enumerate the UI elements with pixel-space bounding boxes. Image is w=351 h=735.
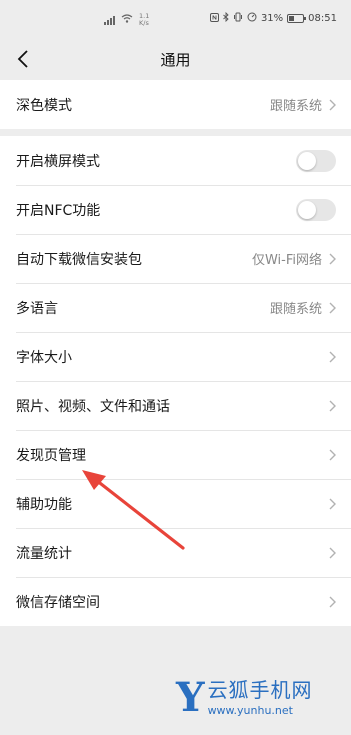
setting-label: 多语言 — [16, 300, 58, 317]
setting-label: 微信存储空间 — [16, 594, 100, 611]
status-right: 31% 08:51 — [209, 11, 337, 25]
nfc-toggle[interactable] — [296, 198, 336, 221]
landscape-toggle[interactable] — [296, 149, 336, 172]
setting-label: 辅助功能 — [16, 496, 72, 513]
watermark-url: www.yunhu.net — [207, 704, 293, 717]
battery-icon — [287, 14, 307, 23]
chevron-right-icon — [329, 253, 336, 265]
setting-accessibility[interactable]: 辅助功能 — [0, 479, 351, 528]
chevron-right-icon — [329, 351, 336, 363]
setting-label: 照片、视频、文件和通话 — [16, 398, 170, 415]
chevron-right-icon — [329, 302, 336, 314]
network-speed-unit: K/s — [139, 19, 149, 27]
page-title: 通用 — [160, 51, 191, 69]
cellular-signal-icon — [104, 15, 115, 25]
toggle-knob — [298, 200, 316, 219]
setting-value: 仅Wi-Fi网络 — [251, 253, 322, 268]
setting-dark-mode[interactable]: 深色模式 跟随系统 — [0, 80, 351, 129]
nav-bar: 通用 — [0, 38, 351, 80]
settings-group-display: 深色模式 跟随系统 — [0, 80, 351, 129]
nfc-icon — [209, 12, 219, 25]
wifi-icon — [121, 14, 133, 26]
setting-storage[interactable]: 微信存储空间 — [0, 577, 351, 626]
chevron-right-icon — [329, 99, 336, 111]
setting-discover-management[interactable]: 发现页管理 — [0, 430, 351, 479]
setting-data-usage[interactable]: 流量统计 — [0, 528, 351, 577]
setting-label: 深色模式 — [16, 97, 72, 114]
toggle-knob — [298, 151, 316, 170]
setting-language[interactable]: 多语言 跟随系统 — [0, 283, 351, 332]
setting-label: 自动下载微信安装包 — [16, 251, 142, 268]
settings-group-general: 开启横屏模式 开启NFC功能 自动下载微信安装包 仅Wi-Fi网络 多语言 跟随… — [0, 136, 351, 626]
setting-value: 跟随系统 — [269, 99, 322, 114]
setting-label: 流量统计 — [16, 545, 72, 562]
timer-icon — [247, 12, 257, 25]
setting-nfc[interactable]: 开启NFC功能 — [0, 185, 351, 234]
setting-label: 开启横屏模式 — [16, 153, 100, 170]
status-time: 08:51 — [308, 13, 337, 24]
setting-label: 开启NFC功能 — [16, 202, 101, 219]
setting-landscape-mode[interactable]: 开启横屏模式 — [0, 136, 351, 185]
network-speed: 1.1 K/s — [139, 13, 149, 27]
setting-value: 跟随系统 — [269, 302, 322, 317]
chevron-right-icon — [329, 498, 336, 510]
setting-media-files-calls[interactable]: 照片、视频、文件和通话 — [0, 381, 351, 430]
watermark-letter: Y — [176, 674, 205, 721]
setting-auto-download[interactable]: 自动下载微信安装包 仅Wi-Fi网络 — [0, 234, 351, 283]
chevron-right-icon — [329, 596, 336, 608]
chevron-right-icon — [329, 547, 336, 559]
setting-label: 字体大小 — [16, 349, 72, 366]
watermark-logo: Y 云狐手机网 www.yunhu.net — [176, 678, 346, 728]
status-indicators: 1.1 K/s — [104, 13, 149, 27]
setting-label: 发现页管理 — [16, 447, 86, 464]
bluetooth-icon — [223, 11, 229, 25]
status-bar: 1.1 K/s 31% 08:51 — [0, 0, 351, 38]
battery-percent: 31% — [260, 13, 284, 24]
setting-font-size[interactable]: 字体大小 — [0, 332, 351, 381]
chevron-right-icon — [329, 449, 336, 461]
chevron-right-icon — [329, 400, 336, 412]
vibrate-icon — [233, 12, 243, 25]
watermark-name: 云狐手机网 — [207, 678, 313, 702]
